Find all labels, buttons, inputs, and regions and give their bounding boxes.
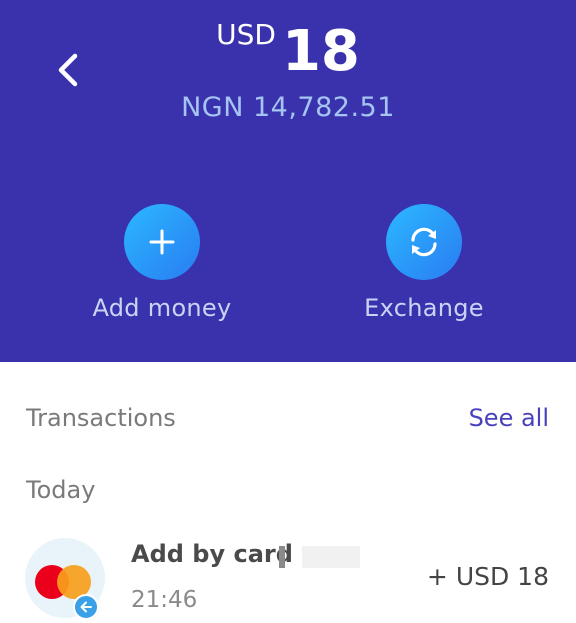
see-all-link[interactable]: See all bbox=[469, 404, 549, 432]
transaction-amount: + USD 18 bbox=[426, 562, 549, 591]
exchange-circle[interactable] bbox=[386, 204, 462, 280]
arrow-left-icon bbox=[73, 594, 99, 620]
transaction-title: Add by card bbox=[131, 540, 293, 568]
mastercard-icon bbox=[25, 538, 105, 620]
balance-header: USD 18 NGN 14,782.51 Add money Exchange bbox=[0, 0, 576, 362]
redacted-area bbox=[302, 546, 360, 568]
add-money-label: Add money bbox=[92, 294, 232, 322]
plus-icon bbox=[149, 229, 175, 255]
exchange-icon bbox=[411, 227, 437, 257]
exchange-button[interactable]: Exchange bbox=[324, 204, 524, 322]
transactions-title: Transactions bbox=[26, 404, 176, 432]
add-money-button[interactable]: Add money bbox=[62, 204, 262, 322]
converted-balance: NGN 14,782.51 bbox=[181, 92, 395, 123]
transaction-row[interactable]: Add by card 21:46 + USD 18 bbox=[0, 530, 576, 623]
transaction-group-label: Today bbox=[26, 476, 96, 504]
transaction-time: 21:46 bbox=[131, 587, 198, 613]
balance-currency: USD bbox=[216, 18, 276, 51]
balance-display: USD 18 bbox=[0, 18, 576, 84]
add-money-circle[interactable] bbox=[124, 204, 200, 280]
exchange-label: Exchange bbox=[364, 294, 484, 322]
balance-amount: 18 bbox=[281, 19, 360, 84]
text-cursor bbox=[279, 546, 285, 568]
